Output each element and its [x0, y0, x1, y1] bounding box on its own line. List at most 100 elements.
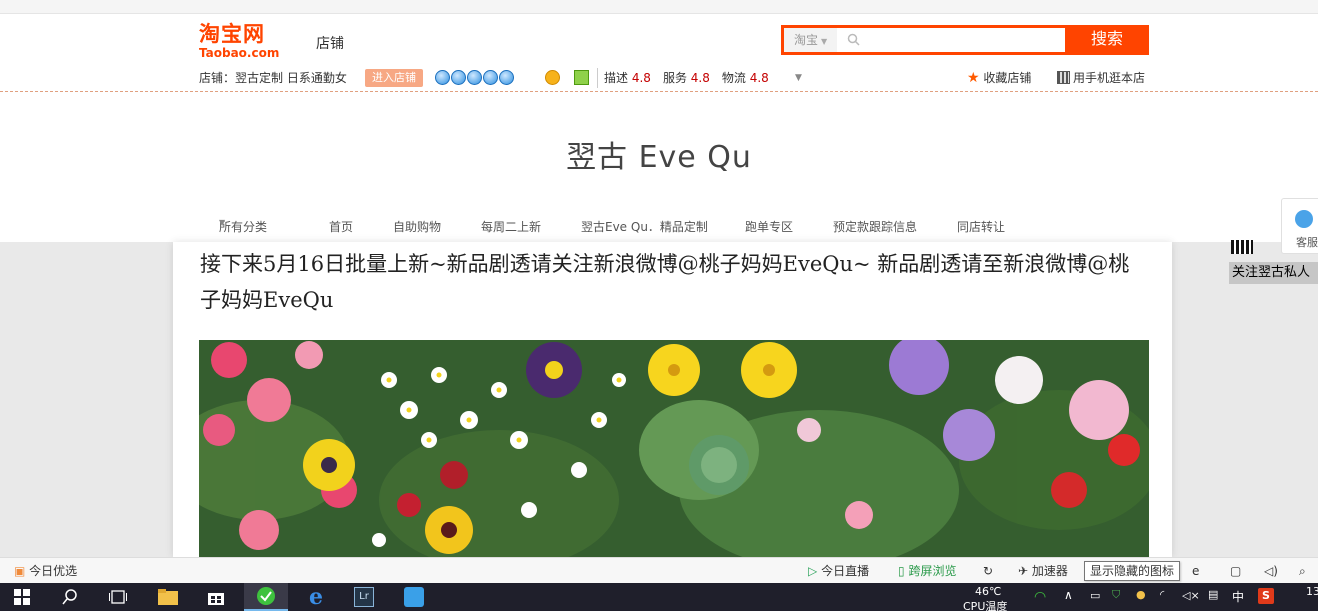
follow-banner[interactable]: 关注翌古私人 — [1229, 262, 1318, 284]
chevron-down-icon[interactable]: ▼ — [795, 68, 802, 88]
nav-custom[interactable]: 翌古Eve Qu．精品定制 — [581, 218, 708, 235]
cpu-temp: 46℃ — [975, 585, 1002, 598]
gift-icon: ▣ — [14, 564, 26, 578]
consumer-guarantee-icon[interactable] — [545, 70, 560, 85]
search-input[interactable] — [864, 29, 1064, 51]
site-header: 淘宝网 Taobao.com 店铺 淘宝 ▼ 搜索 店铺：翌古定制 日系通勤女 进… — [0, 14, 1318, 92]
crown-icon — [483, 70, 498, 85]
flower-banner-image[interactable] — [199, 340, 1149, 557]
windows-taskbar: e Lr 46℃ CPU温度 ◠ ∧ ▭ ⛉ ● ◜ ◁× ▤ 中 S 13 — [0, 583, 1318, 611]
shield-icon[interactable]: ⛉ — [1112, 588, 1120, 602]
cross-screen-label: 跨屏浏览 — [908, 564, 957, 578]
search-scope-label: 淘宝 — [794, 33, 819, 47]
customer-service-label: 客服 — [1296, 236, 1318, 249]
crown-icon — [435, 70, 450, 85]
nav-transfer[interactable]: 同店转让 — [957, 218, 1005, 235]
shop-banner: 翌古 Eve Qu 所有分类 ▼ 首页 自助购物 每周二上新 翌古Eve Qu．… — [0, 92, 1318, 242]
crown-icon — [451, 70, 466, 85]
nav-preorder-tracking[interactable]: 预定款跟踪信息 — [833, 218, 917, 235]
qr-code-icon — [1057, 71, 1070, 84]
top-toolbar-cut — [0, 0, 1318, 14]
notification-icon[interactable]: ▤ — [1208, 588, 1218, 601]
shop-ratings[interactable]: 描述 4.8 服务 4.8 物流 4.8 — [597, 68, 769, 88]
search-icon[interactable] — [48, 583, 92, 611]
clock-time[interactable]: 13 — [1306, 585, 1318, 598]
rating-value: 4.8 — [749, 71, 769, 85]
crown-icon — [499, 70, 514, 85]
store-icon[interactable] — [194, 583, 238, 611]
play-icon: ▷ — [808, 564, 818, 578]
chevron-up-icon[interactable]: ∧ — [1064, 588, 1073, 602]
phone-icon: ▯ — [898, 564, 905, 578]
mobile-browse-link[interactable]: 用手机逛本店 — [1057, 68, 1145, 88]
ime-indicator[interactable]: 中 — [1232, 588, 1244, 605]
chat-icon — [1295, 210, 1313, 228]
seller-level-crowns — [435, 70, 514, 86]
search-icon — [847, 33, 860, 46]
accelerator[interactable]: ✈ 加速器 — [1018, 558, 1068, 584]
volume-icon[interactable]: ◁× — [1182, 589, 1200, 602]
logo-text: 淘宝网 — [199, 22, 265, 46]
nav-label: 所有分类 — [219, 220, 268, 234]
daily-picks-label: 今日优选 — [29, 564, 78, 578]
tray-app-icon[interactable]: ● — [1136, 588, 1146, 601]
favorite-store-link[interactable]: ★ 收藏店铺 — [967, 68, 1031, 88]
task-view-icon[interactable] — [96, 583, 140, 611]
rating-label: 物流 — [721, 71, 746, 85]
refresh-icon[interactable]: ↻ — [983, 558, 993, 584]
certified-seller-icon[interactable] — [574, 70, 589, 85]
announcement-text: 接下来5月16日批量上新~新品剧透请关注新浪微博@桃子妈妈EveQu~ 新品剧透… — [200, 252, 1130, 312]
rating-logistics: 物流 4.8 — [722, 68, 769, 88]
window-icon[interactable]: ▢ — [1230, 558, 1241, 584]
main-content: 接下来5月16日批量上新~新品剧透请关注新浪微博@桃子妈妈EveQu~ 新品剧透… — [173, 242, 1172, 557]
nav-tuesday-new[interactable]: 每周二上新 — [481, 218, 541, 235]
crown-icon — [467, 70, 482, 85]
rating-value: 4.8 — [690, 71, 710, 85]
shop-info-bar: 店铺：翌古定制 日系通勤女 进入店铺 描述 4.8 服务 4.8 物流 4.8 … — [199, 68, 1149, 88]
lightroom-icon[interactable]: Lr — [342, 583, 386, 611]
caret-down-icon: ▼ — [821, 37, 828, 46]
rating-label: 描述 — [604, 71, 629, 85]
search-button[interactable]: 搜索 — [1065, 25, 1149, 55]
sogou-icon[interactable]: S — [1258, 588, 1274, 604]
flower-illustration — [199, 340, 1149, 557]
mobile-browse-label: 用手机逛本店 — [1073, 71, 1146, 85]
store-label: 店铺 — [316, 36, 344, 52]
wifi-icon[interactable]: ◠ — [1034, 589, 1046, 605]
browser-360-icon[interactable] — [244, 583, 288, 611]
shop-title: 翌古 Eve Qu — [566, 140, 752, 175]
windows-start-icon[interactable] — [0, 583, 44, 611]
cross-screen[interactable]: ▯ 跨屏浏览 — [898, 558, 956, 584]
search-box: 淘宝 ▼ 搜索 — [781, 25, 1149, 55]
rating-value: 4.8 — [631, 71, 651, 85]
live-today[interactable]: ▷ 今日直播 — [808, 558, 869, 584]
edge-icon[interactable]: e — [294, 583, 338, 611]
nav-self-service[interactable]: 自助购物 — [393, 218, 441, 235]
speaker-icon[interactable]: ◁) — [1264, 558, 1278, 584]
nav-home[interactable]: 首页 — [329, 218, 353, 235]
favorite-store-label: 收藏店铺 — [983, 71, 1032, 85]
app-icon[interactable] — [392, 583, 436, 611]
battery-icon[interactable]: ▭ — [1090, 589, 1100, 602]
daily-picks[interactable]: ▣ 今日优选 — [14, 558, 77, 584]
live-today-label: 今日直播 — [821, 564, 870, 578]
cpu-temp-label: CPU温度 — [963, 600, 1008, 611]
qr-code-icon — [1231, 240, 1253, 254]
customer-service-widget[interactable]: 客服 — [1281, 198, 1318, 254]
rating-service: 服务 4.8 — [663, 68, 710, 88]
rating-label: 服务 — [662, 71, 687, 85]
accelerator-label: 加速器 — [1031, 564, 1068, 578]
logo-domain: Taobao.com — [199, 46, 280, 60]
hidden-icons-tooltip: 显示隐藏的图标 — [1084, 561, 1181, 581]
ie-icon[interactable]: e — [1192, 558, 1199, 584]
zoom-icon[interactable]: ⌕ — [1299, 558, 1306, 584]
network-icon[interactable]: ◜ — [1160, 588, 1164, 601]
nav-clearance[interactable]: 跑单专区 — [745, 218, 793, 235]
search-scope-dropdown[interactable]: 淘宝 ▼ — [784, 28, 837, 52]
caret-down-icon: ▼ — [219, 218, 226, 227]
taobao-logo[interactable]: 淘宝网 Taobao.com — [199, 22, 291, 64]
rating-description: 描述 4.8 — [604, 68, 651, 88]
file-explorer-icon[interactable] — [146, 583, 190, 611]
enter-store-button[interactable]: 进入店铺 — [365, 69, 423, 87]
shop-name: 店铺：翌古定制 日系通勤女 — [199, 71, 347, 85]
